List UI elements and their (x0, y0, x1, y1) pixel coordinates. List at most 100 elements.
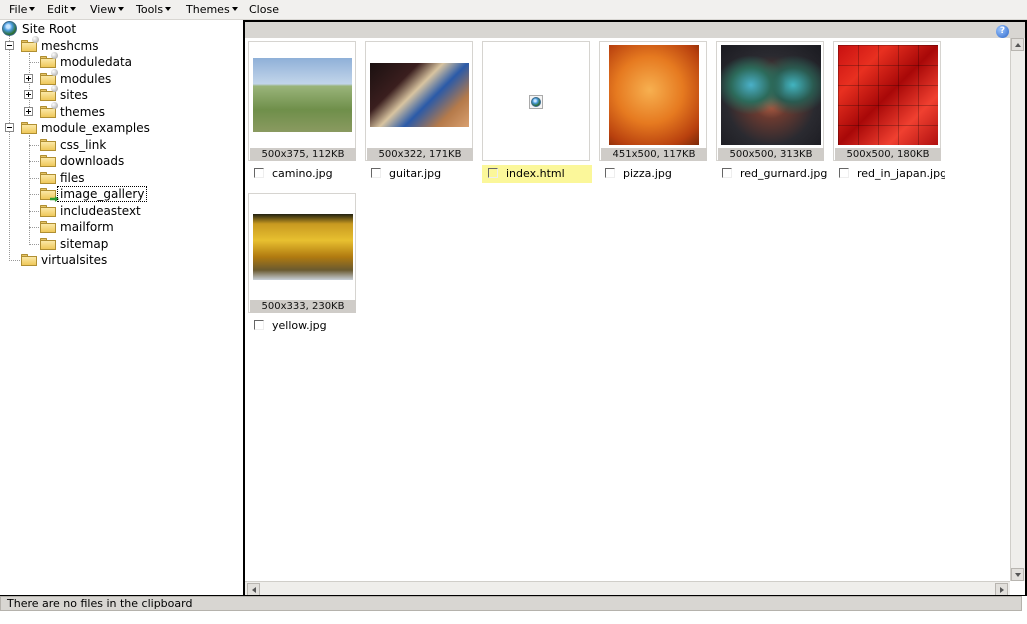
thumbnail-image[interactable] (253, 58, 352, 132)
tree-item-files[interactable]: files (0, 170, 240, 186)
menu-close[interactable]: Close (249, 3, 279, 16)
status-text: There are no files in the clipboard (7, 597, 193, 610)
file-checkbox[interactable] (722, 168, 732, 178)
html-file-icon[interactable] (529, 95, 543, 109)
file-name-row[interactable]: yellow.jpg (248, 317, 358, 335)
tree-root[interactable]: Site Root (0, 21, 240, 37)
tree-item-modules[interactable]: modules (0, 69, 240, 87)
help-icon[interactable]: ? (996, 25, 1009, 38)
file-checkbox[interactable] (488, 168, 498, 178)
vertical-scrollbar[interactable] (1010, 38, 1025, 581)
tree-item-label: modules (60, 72, 112, 86)
folder-icon (40, 221, 56, 233)
image-dimensions: 451x500, 117KB (601, 148, 707, 161)
chevron-down-icon (231, 7, 238, 11)
folder-icon (40, 155, 56, 167)
expand-icon[interactable] (24, 107, 33, 116)
tree-item-css-link[interactable]: css_link (0, 137, 240, 153)
folder-icon (40, 238, 56, 250)
scroll-up-button[interactable] (1011, 38, 1024, 51)
tree-item-meshcms[interactable]: meshcms (0, 36, 240, 54)
file-checkbox[interactable] (839, 168, 849, 178)
collapse-icon[interactable] (5, 123, 14, 132)
scroll-down-button[interactable] (1011, 568, 1024, 581)
thumbnail-image[interactable] (838, 45, 938, 145)
arrow-right-icon (1000, 587, 1004, 593)
thumbnail-frame[interactable]: 500x500, 313KB (716, 41, 824, 161)
image-dimensions: 500x375, 112KB (250, 148, 356, 161)
menu-edit[interactable]: Edit (47, 3, 77, 16)
file-name[interactable]: index.html (506, 167, 594, 181)
menu-file[interactable]: File (9, 3, 36, 16)
chevron-down-icon (118, 7, 125, 11)
file-name-row[interactable]: camino.jpg (248, 165, 358, 183)
tree-item-sitemap[interactable]: sitemap (0, 236, 240, 252)
tree-item-label: files (60, 171, 85, 185)
folder-icon (40, 85, 58, 101)
file-name[interactable]: pizza.jpg (623, 167, 711, 181)
menu-bar: File Edit View Tools Themes Close (0, 0, 1027, 20)
tree-item-themes[interactable]: themes (0, 102, 240, 120)
thumbnail-image[interactable] (609, 45, 699, 145)
expand-icon[interactable] (24, 74, 33, 83)
tree-item-label: sitemap (60, 237, 109, 251)
file-name[interactable]: yellow.jpg (272, 319, 360, 333)
tree-item-virtualsites[interactable]: virtualsites (0, 252, 240, 268)
tree-item-includeastext[interactable]: includeastext (0, 203, 240, 219)
collapse-icon[interactable] (5, 41, 14, 50)
thumbnail-image[interactable] (253, 214, 353, 280)
tree-item-image-gallery[interactable]: image_gallery (0, 186, 240, 202)
thumbnail-frame[interactable]: 500x333, 230KB (248, 193, 356, 313)
tree-item-mailform[interactable]: mailform (0, 219, 240, 235)
folder-icon (21, 254, 37, 266)
arrow-down-icon (1015, 573, 1021, 577)
thumbnail-image[interactable] (370, 63, 469, 127)
folder-icon (40, 69, 58, 85)
open-folder-icon (40, 188, 59, 202)
image-dimensions: 500x333, 230KB (250, 300, 356, 313)
file-checkbox[interactable] (254, 168, 264, 178)
file-name-row[interactable]: index.html (482, 165, 592, 183)
file-name[interactable]: red_in_japan.jpg (857, 167, 945, 181)
menu-view[interactable]: View (90, 3, 125, 16)
thumbnail-frame[interactable]: 500x375, 112KB (248, 41, 356, 161)
file-checkbox[interactable] (254, 320, 264, 330)
expand-icon[interactable] (24, 90, 33, 99)
file-name-row[interactable]: red_in_japan.jpg (833, 165, 945, 183)
menu-themes[interactable]: Themes (186, 3, 238, 16)
globe-icon (2, 21, 17, 36)
image-dimensions (484, 148, 590, 161)
tree-item-label: image_gallery (57, 186, 148, 202)
file-name-row[interactable]: pizza.jpg (599, 165, 709, 183)
menu-tools[interactable]: Tools (136, 3, 172, 16)
tree-item-sites[interactable]: sites (0, 85, 240, 103)
tree-item-label: themes (60, 105, 106, 119)
folder-icon (40, 52, 58, 68)
file-name[interactable]: camino.jpg (272, 167, 360, 181)
folder-icon (21, 122, 37, 134)
tree-item-label: module_examples (41, 121, 150, 135)
horizontal-scrollbar[interactable] (245, 581, 1010, 596)
thumbnail-frame[interactable]: 500x500, 180KB (833, 41, 941, 161)
tree-item-label: moduledata (60, 55, 132, 69)
thumbnail-frame[interactable]: 451x500, 117KB (599, 41, 707, 161)
tree-item-module-examples[interactable]: module_examples (0, 120, 240, 136)
file-checkbox[interactable] (605, 168, 615, 178)
tree-item-label: virtualsites (41, 253, 108, 267)
file-name-row[interactable]: red_gurnard.jpg (716, 165, 828, 183)
tree-item-downloads[interactable]: downloads (0, 153, 240, 169)
arrow-up-icon (1015, 43, 1021, 47)
file-name[interactable]: guitar.jpg (389, 167, 477, 181)
image-dimensions: 500x500, 180KB (835, 148, 941, 161)
tree-item-label: mailform (60, 220, 114, 234)
thumbnail-frame[interactable]: 500x322, 171KB (365, 41, 473, 161)
thumbnail-image[interactable] (721, 45, 821, 145)
tree-item-moduledata[interactable]: moduledata (0, 52, 240, 70)
file-checkbox[interactable] (371, 168, 381, 178)
chevron-down-icon (29, 7, 36, 11)
tree-item-label: css_link (60, 138, 107, 152)
file-name[interactable]: red_gurnard.jpg (740, 167, 828, 181)
thumbnail-frame[interactable] (482, 41, 590, 161)
chevron-down-icon (165, 7, 172, 11)
file-name-row[interactable]: guitar.jpg (365, 165, 475, 183)
